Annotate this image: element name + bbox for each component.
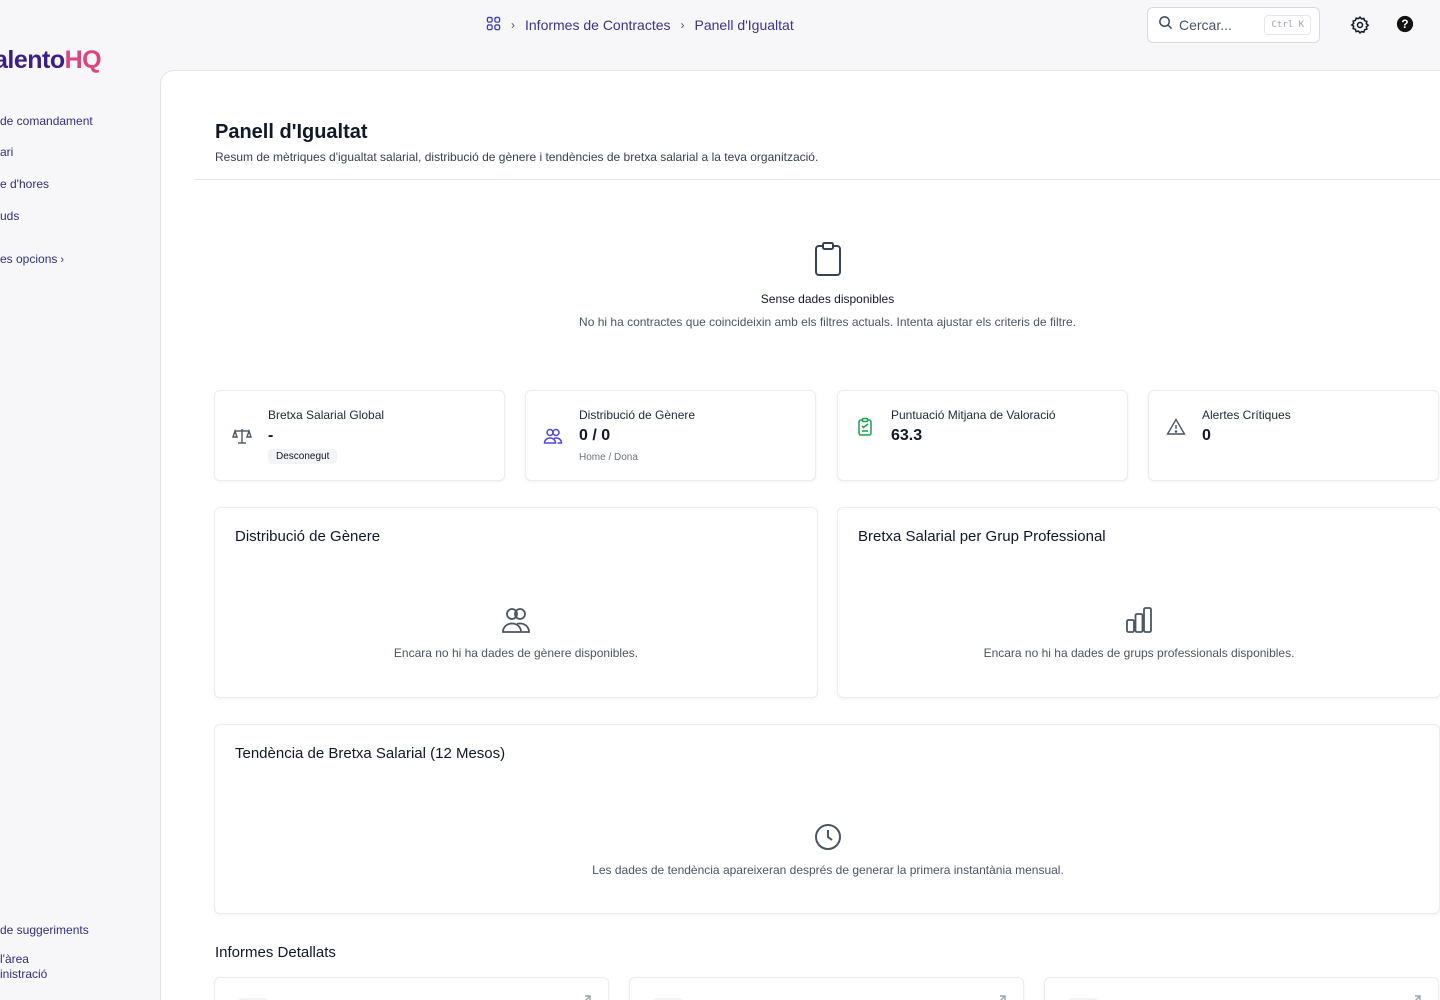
report-card[interactable] bbox=[629, 977, 1024, 1000]
empty-state: Sense dades disponibles No hi ha contrac… bbox=[161, 241, 1440, 329]
chevron-right-icon: › bbox=[680, 18, 685, 32]
card-title: Distribució de Gènere bbox=[235, 528, 381, 545]
svg-text:?: ? bbox=[1401, 18, 1408, 31]
stat-card-gender-distribution: Distribució de Gènere 0 / 0 Home / Dona bbox=[525, 390, 816, 481]
sidebar: alentoHQ de comandament ari e d'hores ud… bbox=[0, 0, 160, 1000]
gender-distribution-card: Distribució de Gènere Encara no hi ha da… bbox=[214, 507, 818, 698]
external-link-icon bbox=[1410, 992, 1424, 1000]
chevron-right-icon: › bbox=[60, 254, 65, 266]
page-subtitle: Resum de mètriques d'igualtat salarial, … bbox=[215, 150, 819, 164]
bar-chart-icon bbox=[1124, 607, 1154, 639]
help-icon[interactable]: ? bbox=[1396, 15, 1416, 35]
clipboard-icon bbox=[813, 242, 843, 281]
search-placeholder: Cercar... bbox=[1179, 17, 1232, 33]
sidebar-more-options[interactable]: es opcions › bbox=[0, 252, 64, 266]
stat-card-critical-alerts: Alertes Crítiques 0 bbox=[1148, 390, 1439, 481]
empty-state: Les dades de tendència apareixeran despr… bbox=[215, 822, 1440, 877]
search-shortcut: Ctrl K bbox=[1264, 15, 1311, 35]
empty-state-title: Sense dades disponibles bbox=[760, 292, 895, 306]
empty-state: Encara no hi ha dades de gènere disponib… bbox=[215, 605, 817, 660]
stat-value: 0 / 0 bbox=[579, 427, 611, 444]
sidebar-more-label: es opcions bbox=[0, 252, 58, 266]
sidebar-item-timesheet[interactable]: e d'hores bbox=[0, 177, 49, 191]
search-icon bbox=[1158, 15, 1173, 35]
stat-label: Distribució de Gènere bbox=[579, 408, 696, 422]
users-icon bbox=[543, 426, 563, 446]
report-card[interactable] bbox=[1044, 977, 1439, 1000]
sidebar-item-dashboard[interactable]: de comandament bbox=[0, 114, 93, 128]
external-link-icon bbox=[580, 992, 594, 1000]
stat-value: - bbox=[268, 427, 274, 444]
breadcrumb-contract-reports[interactable]: Informes de Contractes bbox=[525, 17, 671, 33]
stat-card-global-pay-gap: Bretxa Salarial Global - Desconegut bbox=[214, 390, 505, 481]
sidebar-item-requests[interactable]: uds bbox=[0, 209, 19, 223]
sidebar-item-admin[interactable]: l'àrea inistració bbox=[0, 952, 47, 982]
warning-icon bbox=[1166, 417, 1186, 437]
users-icon bbox=[501, 608, 531, 639]
report-card[interactable] bbox=[214, 977, 609, 1000]
pay-gap-trend-card: Tendència de Bretxa Salarial (12 Mesos) … bbox=[214, 724, 1440, 914]
empty-message: Les dades de tendència apareixeran despr… bbox=[592, 863, 1064, 877]
breadcrumb-equality-panel[interactable]: Panell d'Igualtat bbox=[695, 17, 794, 33]
card-title: Tendència de Bretxa Salarial (12 Mesos) bbox=[235, 745, 506, 762]
sidebar-item-feedback[interactable]: de suggeriments bbox=[0, 923, 89, 938]
sidebar-admin-line2: inistració bbox=[0, 967, 48, 981]
pay-gap-by-group-card: Bretxa Salarial per Grup Professional En… bbox=[837, 507, 1440, 698]
app-logo[interactable]: alentoHQ bbox=[0, 46, 102, 75]
page-title: Panell d'Igualtat bbox=[215, 121, 368, 143]
chevron-right-icon: › bbox=[511, 18, 515, 32]
sidebar-admin-line1: l'àrea bbox=[0, 952, 29, 966]
empty-state: Encara no hi ha dades de grups professio… bbox=[838, 605, 1440, 660]
breadcrumb: › Informes de Contractes › Panell d'Igua… bbox=[486, 16, 794, 34]
empty-message: Encara no hi ha dades de grups professio… bbox=[983, 646, 1295, 660]
scale-icon bbox=[232, 426, 252, 446]
stat-label: Alertes Crítiques bbox=[1202, 408, 1291, 422]
divider bbox=[195, 179, 1440, 180]
stat-card-average-score: Puntuació Mitjana de Valoració 63.3 bbox=[837, 390, 1128, 481]
external-link-icon bbox=[995, 992, 1009, 1000]
empty-state-description: No hi ha contractes que coincideixin amb… bbox=[579, 315, 1076, 329]
status-badge: Desconegut bbox=[268, 449, 338, 464]
search-input[interactable]: Cercar... Ctrl K bbox=[1147, 7, 1320, 43]
main-panel: Panell d'Igualtat Resum de mètriques d'i… bbox=[160, 70, 1440, 1000]
clock-icon bbox=[813, 824, 843, 856]
section-title: Informes Detallats bbox=[215, 944, 336, 961]
stat-label: Puntuació Mitjana de Valoració bbox=[891, 408, 1056, 422]
settings-icon[interactable] bbox=[1350, 15, 1370, 35]
grid-icon[interactable] bbox=[486, 16, 501, 34]
empty-message: Encara no hi ha dades de gènere disponib… bbox=[393, 646, 639, 660]
sidebar-item-calendar[interactable]: ari bbox=[0, 145, 13, 159]
stat-hint: Home / Dona bbox=[579, 452, 638, 463]
clipboard-check-icon bbox=[855, 417, 875, 437]
stat-label: Bretxa Salarial Global bbox=[268, 408, 385, 422]
card-title: Bretxa Salarial per Grup Professional bbox=[858, 528, 1106, 545]
stat-value: 63.3 bbox=[891, 427, 923, 444]
stat-value: 0 bbox=[1202, 427, 1211, 444]
